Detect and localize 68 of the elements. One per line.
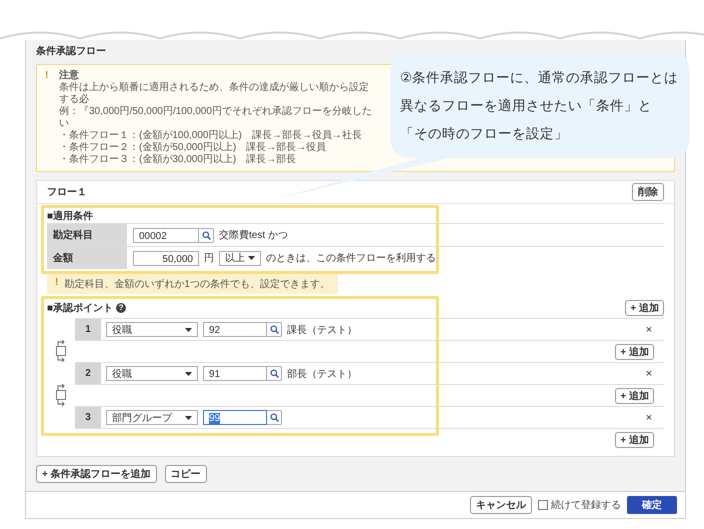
code-field[interactable]: 99 bbox=[203, 410, 267, 425]
remove-button[interactable]: × bbox=[634, 412, 664, 424]
search-icon bbox=[202, 230, 210, 240]
operator-select[interactable]: 以上 bbox=[219, 250, 261, 266]
checkbox[interactable] bbox=[538, 500, 548, 510]
account-code-field[interactable]: 00002 bbox=[133, 228, 199, 242]
search-button[interactable] bbox=[267, 366, 282, 381]
section-heading: ■適用条件 bbox=[47, 209, 94, 222]
branch-arrow-icon bbox=[57, 356, 65, 362]
caret-icon bbox=[248, 256, 255, 260]
confirm-button[interactable]: 確定 bbox=[627, 496, 677, 514]
search-button[interactable] bbox=[267, 410, 282, 425]
branch-arrow-icon bbox=[57, 340, 65, 346]
notice-bullet: ・条件フロー３：(金額が30,000円以上) 課長→部長 bbox=[59, 154, 298, 166]
code-field[interactable]: 92 bbox=[203, 322, 267, 337]
help-icon[interactable]: ? bbox=[116, 303, 126, 313]
search-icon bbox=[270, 325, 278, 334]
warning-icon: ! bbox=[45, 70, 53, 166]
cancel-button[interactable]: キャンセル bbox=[470, 496, 532, 514]
hint-text: 勘定科目、金額のいずれか1つの条件でも、設定できます。 bbox=[64, 278, 330, 291]
page-title: 条件承認フロー bbox=[36, 44, 107, 58]
caret-icon bbox=[185, 372, 192, 376]
delete-button[interactable]: 削除 bbox=[632, 183, 664, 201]
condition-label: 金額 bbox=[47, 247, 127, 269]
add-flow-button[interactable]: + 条件承認フローを追加 bbox=[36, 465, 157, 483]
account-name: 交際費test かつ bbox=[219, 228, 288, 242]
notice-text: 例：『30,000円/50,000円/100,000円でそれぞれ承認フローを分岐したい bbox=[59, 106, 373, 130]
search-icon bbox=[270, 369, 278, 378]
add-button[interactable]: + 追加 bbox=[615, 432, 654, 448]
add-button[interactable]: + 追加 bbox=[625, 300, 664, 316]
amount-field[interactable]: 50,000 bbox=[133, 250, 199, 266]
code-field[interactable]: 91 bbox=[203, 366, 267, 381]
remove-button[interactable]: × bbox=[634, 324, 664, 336]
condition-text: のときは、この条件フローを利用する bbox=[266, 252, 436, 265]
copy-button[interactable]: コピー bbox=[164, 465, 207, 483]
notice-bullet: ・条件フロー２：(金額が50,000円以上) 課長→部長→役員 bbox=[59, 142, 328, 154]
caret-icon bbox=[185, 416, 192, 420]
caret-icon bbox=[185, 328, 192, 332]
notice-bullet: ・条件フロー１：(金額が100,000円以上) 課長→部長→役員→社長 bbox=[59, 130, 363, 142]
add-button[interactable]: + 追加 bbox=[615, 388, 654, 404]
branch-arrow-icon bbox=[57, 384, 65, 390]
type-select[interactable]: 役職 bbox=[106, 366, 198, 381]
callout-text: 異なるフローを適用させたい「条件」と bbox=[400, 97, 653, 115]
step-number: 2 bbox=[75, 363, 101, 384]
remove-button[interactable]: × bbox=[634, 368, 664, 380]
warning-icon: ! bbox=[55, 277, 58, 291]
notice-title: 注意 bbox=[59, 70, 80, 82]
branch-checkbox[interactable] bbox=[56, 390, 66, 400]
step-number: 3 bbox=[75, 407, 101, 428]
search-button[interactable] bbox=[199, 228, 214, 242]
search-icon bbox=[270, 413, 278, 422]
search-button[interactable] bbox=[267, 322, 282, 337]
checkbox-label: 続けて登録する bbox=[551, 498, 621, 512]
step-number: 1 bbox=[75, 319, 101, 340]
notice-text: 条件は上から順番に適用されるため、条件の達成が厳しい順から設定する必 bbox=[59, 82, 370, 106]
flow-title: フロー１ bbox=[47, 186, 87, 199]
branch-arrow-icon bbox=[57, 400, 65, 406]
condition-label: 勘定科目 bbox=[47, 224, 127, 246]
type-select[interactable]: 役職 bbox=[106, 322, 198, 337]
approver-name: 課長（テスト） bbox=[287, 324, 357, 336]
add-button[interactable]: + 追加 bbox=[615, 344, 654, 360]
section-heading: ■承認ポイント bbox=[47, 302, 114, 315]
callout-text: ②条件承認フローに、通常の承認フローとは bbox=[400, 69, 680, 87]
approver-name: 部長（テスト） bbox=[287, 368, 357, 380]
unit-label: 円 bbox=[204, 252, 214, 265]
callout-text: 「その時のフローを設定」 bbox=[400, 125, 569, 143]
type-select[interactable]: 部門グループ bbox=[106, 410, 198, 425]
branch-checkbox[interactable] bbox=[56, 346, 66, 356]
